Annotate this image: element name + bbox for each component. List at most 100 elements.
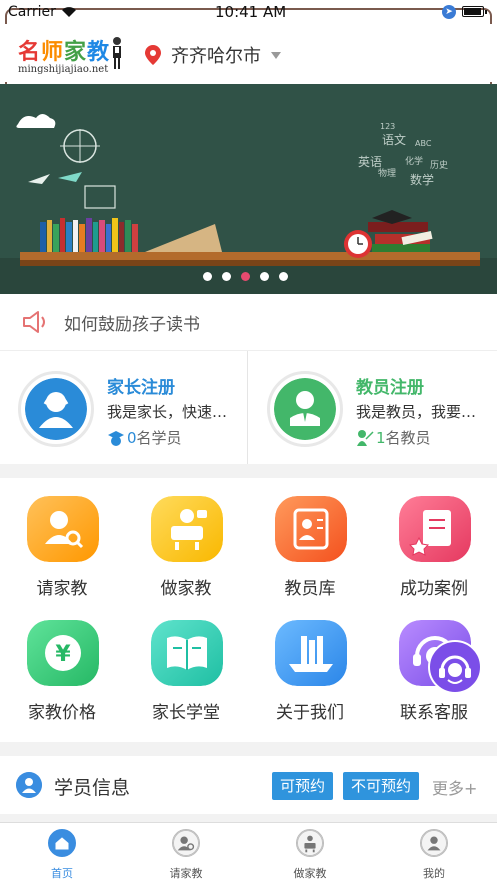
be-tutor-icon [151, 496, 223, 562]
banner-chalkboard-illustration: 语文 英语 化学 物理 历史 数学 ABC 123 [0, 84, 497, 294]
tab-label: 我的 [423, 867, 445, 880]
more-link[interactable]: 更多+ [432, 775, 477, 799]
carousel-dot[interactable] [260, 272, 269, 281]
app-header: 名师家教 mingshijiajiao.net 齐齐哈尔市 [0, 24, 497, 82]
grid-label: 关于我们 [276, 703, 344, 723]
speaker-icon [23, 311, 45, 333]
find-tutor-tab-icon [172, 829, 200, 857]
section-divider [0, 464, 497, 478]
tab-label: 做家教 [293, 867, 327, 880]
student-info-title: 学员信息 [54, 777, 131, 799]
notice-text: 如何鼓励孩子读书 [64, 314, 200, 335]
registration-section: 家长注册 我是家长，快速… 0 名学员 教员注册 我是教员，我要… 1 名教员 [0, 350, 497, 465]
tab-label: 请家教 [169, 867, 203, 880]
parent-avatar [18, 371, 94, 447]
section-divider [0, 814, 497, 822]
student-count-number: 0 [127, 428, 137, 447]
parent-register-card[interactable]: 家长注册 我是家长，快速… 0 名学员 [0, 351, 248, 465]
board-word-6: ABC [415, 139, 432, 148]
teacher-register-card[interactable]: 教员注册 我是教员，我要… 1 名教员 [249, 351, 497, 465]
grid-label: 教员库 [284, 579, 336, 599]
grid-label: 请家教 [36, 579, 88, 599]
parent-school-icon [151, 620, 223, 686]
grid-item-parent-school[interactable]: 家长学堂 [124, 602, 248, 726]
teacher-figure-icon [113, 37, 121, 69]
parent-register-desc: 我是家长，快速… [107, 403, 228, 421]
tutor-price-icon: ¥ [27, 620, 99, 686]
grid-label: 成功案例 [400, 579, 468, 599]
grid-label: 做家教 [160, 579, 212, 599]
board-word-2: 化学 [405, 155, 423, 167]
grid-item-about-us[interactable]: 关于我们 [248, 602, 372, 726]
grid-item-success-cases[interactable]: 成功案例 [372, 478, 496, 602]
carousel-dot[interactable] [279, 272, 288, 281]
tab-label: 首页 [51, 867, 73, 880]
carrier-label: Carrier [8, 4, 56, 20]
student-info-icon [16, 772, 42, 798]
student-count-unit: 名学员 [136, 429, 182, 447]
wifi-icon [62, 7, 76, 17]
feature-grid: 请家教 做家教 教员库 成功案例 ¥ 家教价格 家长学堂 关于我们 联系客服 [0, 478, 497, 742]
banner-carousel[interactable]: 语文 英语 化学 物理 历史 数学 ABC 123 [0, 84, 497, 294]
location-arrow-icon: ➤ [442, 5, 456, 19]
home-icon [48, 829, 76, 857]
board-word-1: 英语 [358, 155, 382, 169]
teacher-avatar-icon [274, 378, 336, 440]
grid-item-tutor-price[interactable]: ¥ 家教价格 [0, 602, 124, 726]
student-count: 0 名学员 [107, 427, 182, 448]
parent-avatar-icon [25, 378, 87, 440]
teacher-count-number: 1 [376, 428, 386, 447]
board-word-7: 123 [380, 122, 395, 131]
board-word-4: 历史 [430, 159, 448, 171]
board-word-3: 物理 [378, 167, 396, 179]
caret-down-icon [271, 51, 281, 59]
status-time: 10:41 AM [215, 3, 287, 21]
battery-icon [462, 6, 487, 17]
logo-text: 名师家教 [18, 40, 111, 65]
tab-home[interactable]: 首页 [0, 829, 124, 881]
find-tutor-icon [27, 496, 99, 562]
city-name: 齐齐哈尔市 [171, 46, 261, 67]
grid-item-tutor-library[interactable]: 教员库 [248, 478, 372, 602]
bookable-filter-button[interactable]: 可预约 [272, 772, 334, 800]
teacher-count-unit: 名教员 [385, 429, 431, 447]
board-word-5: 数学 [410, 172, 434, 187]
be-tutor-tab-icon [296, 829, 324, 857]
location-pin-icon [145, 45, 161, 65]
carousel-dot[interactable] [222, 272, 231, 281]
grid-label: 家长学堂 [152, 703, 220, 723]
logo-domain: mingshijiajiao.net [18, 64, 109, 75]
tab-profile[interactable]: 我的 [372, 829, 496, 881]
svg-text:¥: ¥ [55, 642, 71, 667]
tutor-library-icon [275, 496, 347, 562]
grid-item-be-tutor[interactable]: 做家教 [124, 478, 248, 602]
tab-be-tutor[interactable]: 做家教 [248, 829, 372, 881]
status-bar: Carrier 10:41 AM ➤ [0, 0, 497, 24]
teacher-register-title: 教员注册 [356, 378, 424, 398]
graduate-icon [108, 430, 124, 446]
grid-label: 联系客服 [400, 703, 468, 723]
not-bookable-filter-button[interactable]: 不可预约 [343, 772, 420, 800]
carousel-dot[interactable] [203, 272, 212, 281]
brand-logo[interactable]: 名师家教 mingshijiajiao.net [18, 34, 110, 75]
bottom-tab-bar: 首页 请家教 做家教 我的 [0, 822, 497, 883]
carousel-dot-active[interactable] [241, 272, 250, 281]
board-word-0: 语文 [382, 132, 406, 147]
success-cases-icon [399, 496, 471, 562]
teacher-avatar [267, 371, 343, 447]
section-divider [0, 742, 497, 756]
teacher-count: 1 名教员 [356, 427, 431, 448]
notice-bar[interactable]: 如何鼓励孩子读书 [0, 294, 497, 350]
grid-item-find-tutor[interactable]: 请家教 [0, 478, 124, 602]
grid-label: 家教价格 [28, 703, 96, 723]
teacher-register-desc: 我是教员，我要… [356, 403, 477, 421]
student-info-section: 学员信息 可预约 不可预约 更多+ [0, 756, 497, 814]
carousel-indicator [203, 272, 288, 281]
city-selector[interactable]: 齐齐哈尔市 [145, 42, 281, 68]
about-us-icon [275, 620, 347, 686]
tab-find-tutor[interactable]: 请家教 [124, 829, 248, 881]
teacher-pointer-icon [357, 429, 374, 446]
parent-register-title: 家长注册 [107, 378, 175, 398]
floating-support-button[interactable] [428, 640, 482, 694]
profile-icon [420, 829, 448, 857]
